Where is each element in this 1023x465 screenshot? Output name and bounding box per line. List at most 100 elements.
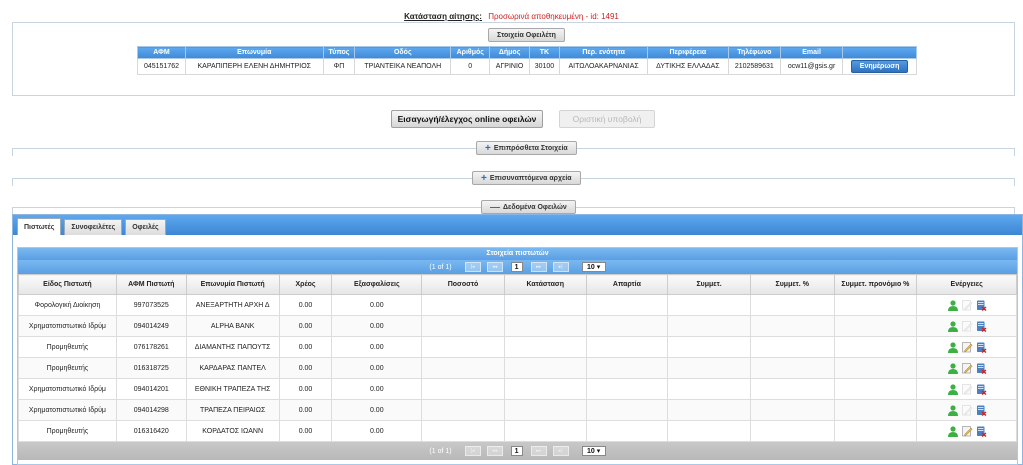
creditor-cell: 0.00 bbox=[331, 357, 423, 379]
delete-icon[interactable] bbox=[975, 383, 987, 395]
final-submit-button: Οριστική υποβολή bbox=[559, 110, 655, 128]
creditor-row[interactable]: Χρηματοπιστωτικό Ιδρύμ 094014298 ΤΡΑΠΕΖΑ Π… bbox=[18, 399, 1017, 421]
creditor-column-header[interactable]: Απαρτία bbox=[585, 274, 669, 295]
edit-icon[interactable] bbox=[961, 362, 973, 374]
debtor-cell: 045151762 bbox=[137, 58, 186, 75]
user-icon[interactable] bbox=[947, 341, 959, 353]
creditor-column-header[interactable]: Ποσοστό bbox=[421, 274, 505, 295]
tab-bar: Πιστωτές Συνοφειλέτες Οφειλές bbox=[13, 215, 1022, 235]
creditor-cell: ΔΙΑΜΑΝΤΗΣ ΠΑΠΟΥΤΣ bbox=[185, 336, 280, 358]
debt-data-section-toggle[interactable]: — Δεδομένα Οφειλών bbox=[481, 200, 576, 214]
creditor-cell: 0.00 bbox=[331, 420, 423, 442]
creditor-row[interactable]: Χρηματοπιστωτικό Ιδρύμ 094014249 ALPHA BAN… bbox=[18, 315, 1017, 337]
creditor-cell bbox=[421, 399, 505, 421]
row-actions bbox=[920, 362, 1013, 374]
prev-page-button[interactable]: ◂◂ bbox=[486, 262, 503, 272]
update-button[interactable]: Ενημέρωση bbox=[850, 60, 909, 73]
creditor-column-header[interactable]: Είδος Πιστωτή bbox=[18, 274, 117, 295]
user-icon[interactable] bbox=[947, 362, 959, 374]
creditor-cell bbox=[503, 294, 587, 316]
creditor-column-header[interactable]: ΑΦΜ Πιστωτή bbox=[115, 274, 187, 295]
rows-per-page-select[interactable]: 10 ▾ bbox=[581, 262, 606, 272]
debtor-column-header: Email bbox=[779, 46, 844, 59]
creditor-cell bbox=[585, 357, 669, 379]
debtor-cell: ΦΠ bbox=[322, 58, 356, 75]
creditor-cell bbox=[833, 336, 918, 358]
status-label: Κατάσταση αίτησης: bbox=[404, 12, 482, 21]
user-icon[interactable] bbox=[947, 383, 959, 395]
last-page-button[interactable]: ▸| bbox=[552, 446, 569, 456]
creditor-cell bbox=[667, 378, 751, 400]
tab-creditors[interactable]: Πιστωτές bbox=[17, 218, 62, 235]
creditor-column-header[interactable]: Ενέργειες bbox=[916, 274, 1017, 295]
delete-icon[interactable] bbox=[975, 362, 987, 374]
tab-debts[interactable]: Οφειλές bbox=[125, 219, 166, 235]
delete-icon[interactable] bbox=[975, 299, 987, 311]
debtor-column-header: Επωνυμία bbox=[184, 46, 324, 59]
debtor-column-header: Τηλέφωνο bbox=[727, 46, 782, 59]
user-icon[interactable] bbox=[947, 299, 959, 311]
creditor-cell: 0.00 bbox=[278, 420, 333, 442]
additional-section-toggle[interactable]: + Επιπρόσθετα Στοιχεία bbox=[476, 141, 577, 155]
next-page-button[interactable]: ▸▸ bbox=[530, 262, 547, 272]
creditor-cell bbox=[749, 357, 835, 379]
creditor-cell bbox=[503, 315, 587, 337]
user-icon[interactable] bbox=[947, 404, 959, 416]
creditor-column-header[interactable]: Χρέος bbox=[278, 274, 333, 295]
creditor-cell bbox=[585, 315, 669, 337]
creditor-column-header[interactable]: Κατάσταση bbox=[503, 274, 587, 295]
creditor-cell: 0.00 bbox=[331, 336, 423, 358]
tab-co-debtors[interactable]: Συνοφειλέτες bbox=[64, 219, 123, 235]
creditor-row[interactable]: Προμηθευτής 016316420 ΚΟΡΔΑΤΟΣ ΙΩΑΝΝ 0.00 0.… bbox=[18, 420, 1017, 442]
creditor-row[interactable]: Προμηθευτής 076178261 ΔΙΑΜΑΝΤΗΣ ΠΑΠΟΥΤΣ 0.0… bbox=[18, 336, 1017, 358]
next-page-button[interactable]: ▸▸ bbox=[530, 446, 547, 456]
attachments-section-toggle[interactable]: + Επισυναπτόμενα αρχεία bbox=[472, 171, 581, 185]
debtor-column-header: Αριθμός bbox=[450, 46, 491, 59]
creditor-cell: ALPHA BANK bbox=[185, 315, 280, 337]
creditor-column-header[interactable]: Εξασφαλίσεις bbox=[331, 274, 423, 295]
creditor-column-header[interactable]: Συμμετ. % bbox=[749, 274, 835, 295]
application-status: Κατάσταση αίτησης: Προσωρινά αποθηκευμέν… bbox=[0, 12, 1023, 21]
delete-icon[interactable] bbox=[975, 404, 987, 416]
edit-icon[interactable] bbox=[961, 341, 973, 353]
first-page-button[interactable]: |◂ bbox=[464, 446, 481, 456]
creditor-cell: ΚΟΡΔΑΤΟΣ ΙΩΑΝΝ bbox=[185, 420, 280, 442]
creditor-column-header[interactable]: Συμμετ. προνόμιο % bbox=[833, 274, 918, 295]
page-info: (1 of 1) bbox=[429, 263, 452, 271]
creditor-cell bbox=[749, 420, 835, 442]
edit-disabled-icon[interactable] bbox=[961, 320, 973, 332]
last-page-button[interactable]: ▸| bbox=[552, 262, 569, 272]
creditor-cell bbox=[421, 336, 505, 358]
row-actions bbox=[920, 404, 1013, 416]
creditor-row[interactable]: Προμηθευτής 016318725 ΚΑΡΔΑΡΑΣ ΠΑΝΤΕΛ 0.00 0… bbox=[18, 357, 1017, 379]
creditor-cell: 0.00 bbox=[278, 357, 333, 379]
edit-icon[interactable] bbox=[961, 425, 973, 437]
current-page[interactable]: 1 bbox=[510, 262, 523, 272]
online-debts-button[interactable]: Εισαγωγή/έλεγχος online οφειλών bbox=[391, 110, 543, 128]
delete-icon[interactable] bbox=[975, 341, 987, 353]
edit-disabled-icon[interactable] bbox=[961, 299, 973, 311]
user-icon[interactable] bbox=[947, 320, 959, 332]
creditor-actions-cell bbox=[916, 336, 1017, 358]
user-icon[interactable] bbox=[947, 425, 959, 437]
creditor-actions-cell bbox=[916, 294, 1017, 316]
creditor-column-header[interactable]: Συμμετ. bbox=[667, 274, 751, 295]
creditor-row[interactable]: Χρηματοπιστωτικό Ιδρύμ 094014201 ΕΘΝΙΚΗ ΤΡ… bbox=[18, 378, 1017, 400]
creditor-row[interactable]: Φορολογική Διοίκηση 997073525 ΑΝΕΞΑΡΤΗΤΗ Α… bbox=[18, 294, 1017, 316]
first-page-button[interactable]: |◂ bbox=[464, 262, 481, 272]
rows-per-page-select[interactable]: 10 ▾ bbox=[581, 446, 606, 456]
plus-icon: + bbox=[481, 172, 487, 184]
delete-icon[interactable] bbox=[975, 425, 987, 437]
delete-icon[interactable] bbox=[975, 320, 987, 332]
debtor-cell: ocw11@gsis.gr bbox=[779, 58, 844, 75]
plus-icon: + bbox=[485, 142, 491, 154]
row-actions bbox=[920, 299, 1013, 311]
creditor-cell: ΤΡΑΠΕΖΑ ΠΕΙΡΑΙΩΣ bbox=[185, 399, 280, 421]
edit-disabled-icon[interactable] bbox=[961, 404, 973, 416]
creditor-cell: 0.00 bbox=[278, 378, 333, 400]
creditor-cell: Προμηθευτής bbox=[18, 420, 117, 442]
creditor-column-header[interactable]: Επωνυμία Πιστωτή bbox=[185, 274, 280, 295]
prev-page-button[interactable]: ◂◂ bbox=[486, 446, 503, 456]
edit-disabled-icon[interactable] bbox=[961, 383, 973, 395]
current-page[interactable]: 1 bbox=[510, 446, 523, 456]
